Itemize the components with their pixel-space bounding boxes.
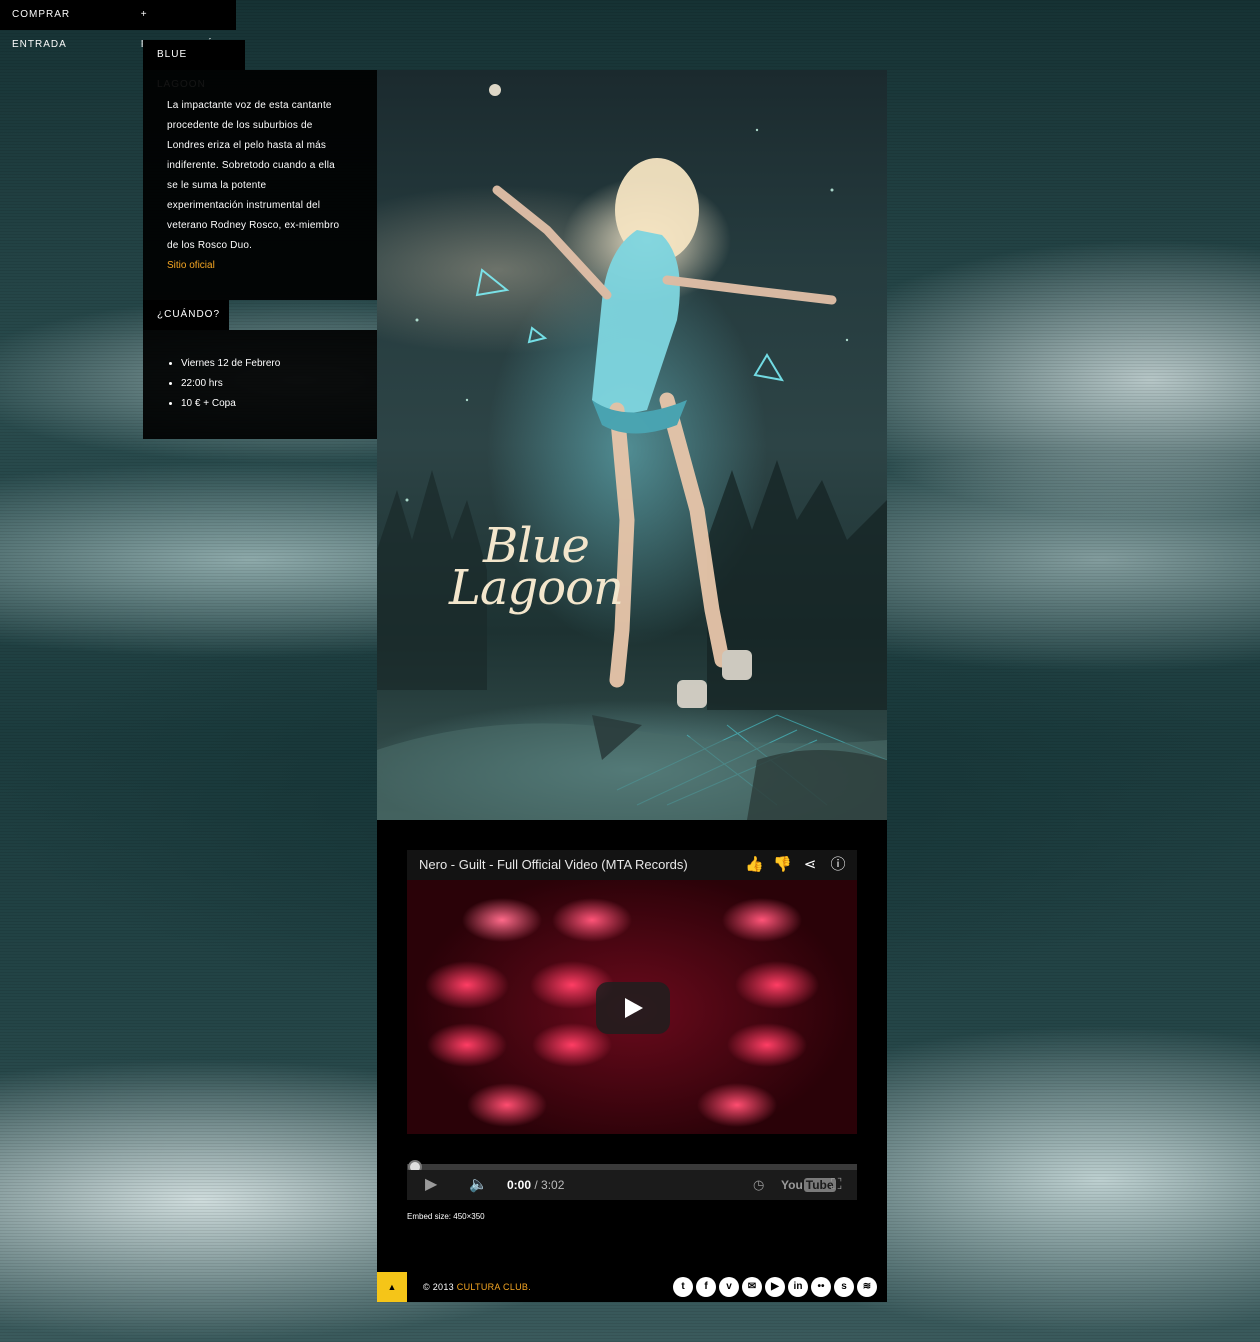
when-tab: ¿CUÁNDO?: [143, 300, 229, 330]
back-to-top-button[interactable]: ▲: [377, 1272, 407, 1302]
brand-link[interactable]: CULTURA CLUB.: [457, 1282, 531, 1292]
video-player[interactable]: Nero - Guilt - Full Official Video (MTA …: [407, 850, 857, 1200]
top-nav: COMPRAR ENTRADA + INFORMACIÓN: [0, 0, 236, 50]
video-title[interactable]: Nero - Guilt - Full Official Video (MTA …: [419, 857, 688, 872]
thumbs-down-icon[interactable]: 👎: [773, 850, 792, 880]
video-actions: 👍 👎 ⋖ ⓘ: [745, 850, 847, 880]
event-price: 10 € + Copa: [181, 394, 377, 414]
poster-title: Blue Lagoon: [449, 522, 624, 616]
poster-artwork: [377, 84, 887, 820]
official-site-link[interactable]: Sitio oficial: [167, 256, 353, 276]
linkedin-icon[interactable]: in: [788, 1277, 808, 1297]
control-bar: ▶ 🔈 0:00 / 3:02 ◷ You Tube ⛶: [407, 1170, 857, 1200]
fullscreen-icon[interactable]: ⛶: [831, 1170, 842, 1200]
embed-size-note: Embed size: 450×350: [407, 1212, 485, 1221]
video-section: Nero - Guilt - Full Official Video (MTA …: [377, 820, 887, 1272]
event-date: Viernes 12 de Febrero: [181, 354, 377, 374]
event-poster: Blue Lagoon: [377, 70, 887, 820]
watch-later-icon[interactable]: ◷: [753, 1170, 764, 1200]
event-title-tab: BLUE LAGOON: [143, 40, 245, 90]
video-frame[interactable]: [407, 880, 857, 1134]
play-overlay-button[interactable]: [596, 982, 670, 1034]
video-header: Nero - Guilt - Full Official Video (MTA …: [407, 850, 857, 880]
event-time: 22:00 hrs: [181, 374, 377, 394]
vimeo-icon[interactable]: v: [719, 1277, 739, 1297]
about-text: La impactante voz de esta cantante proce…: [167, 100, 340, 251]
thumbs-up-icon[interactable]: 👍: [745, 850, 764, 880]
social-links: t f v ✉ ▶ in •• s ≋: [673, 1277, 877, 1297]
poster-title-line2: Lagoon: [449, 560, 624, 616]
skype-icon[interactable]: s: [834, 1277, 854, 1297]
share-icon[interactable]: ⋖: [801, 850, 819, 880]
footer: ▲ © 2013 CULTURA CLUB. t f v ✉ ▶ in •• s…: [377, 1272, 887, 1302]
twitter-icon[interactable]: t: [673, 1277, 693, 1297]
when-panel: Viernes 12 de Febrero 22:00 hrs 10 € + C…: [143, 330, 377, 439]
info-icon[interactable]: ⓘ: [829, 850, 847, 880]
youtube-logo[interactable]: You Tube: [781, 1170, 836, 1200]
time-display: 0:00 / 3:02: [507, 1170, 564, 1200]
youtube-icon[interactable]: ▶: [765, 1277, 785, 1297]
about-panel: La impactante voz de esta cantante proce…: [143, 70, 377, 300]
rss-icon[interactable]: ≋: [857, 1277, 877, 1297]
copyright: © 2013 CULTURA CLUB.: [423, 1282, 532, 1292]
buy-ticket-link[interactable]: COMPRAR ENTRADA: [0, 0, 129, 50]
email-icon[interactable]: ✉: [742, 1277, 762, 1297]
duration: / 3:02: [531, 1178, 565, 1192]
flickr-icon[interactable]: ••: [811, 1277, 831, 1297]
facebook-icon[interactable]: f: [696, 1277, 716, 1297]
current-time: 0:00: [507, 1178, 532, 1192]
play-icon[interactable]: ▶: [425, 1170, 437, 1200]
volume-icon[interactable]: 🔈: [469, 1170, 488, 1200]
more-info-link[interactable]: + INFORMACIÓN: [129, 0, 236, 50]
